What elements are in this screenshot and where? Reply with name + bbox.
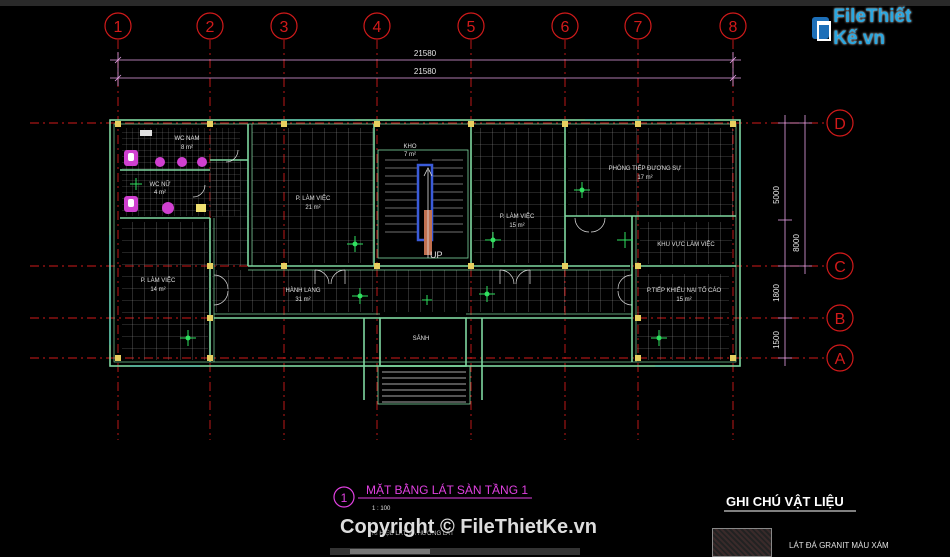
scrollbar-thumb[interactable] <box>350 549 430 554</box>
room-hanh-lang-name: HÀNH LANG <box>285 287 320 294</box>
grid-column-bubbles <box>104 12 747 40</box>
legend-granite-swatch <box>712 528 772 557</box>
legend-heading: GHI CHÚ VẬT LIỆU <box>726 494 844 509</box>
filethietke-logo: FileThiết Kế.vn <box>812 6 950 49</box>
main-stair: UP <box>377 149 469 260</box>
logo-text: FileThiết Kế.vn <box>833 6 912 49</box>
room-khu-vuc-lam-viec-name: KHU VỰC LÀM VIỆC <box>657 240 715 248</box>
copyright-watermark: Copyright © FileThietKe.vn <box>340 516 597 538</box>
room-lam-viec-1-name: P. LÀM VIỆC <box>296 194 331 202</box>
room-wc-nam-area: 8 m² <box>181 145 193 151</box>
legend-item-granite: LÁT ĐÁ GRANIT MÀU XÁM <box>789 541 889 550</box>
room-kho-name: KHO <box>403 144 416 150</box>
grid-row-D: D <box>834 116 846 133</box>
room-lam-viec-2-name: P. LÀM VIỆC <box>500 212 535 220</box>
grid-col-7: 7 <box>634 19 643 36</box>
grid-row-C: C <box>834 259 846 276</box>
floor-plan-drawing[interactable]: 1 2 3 4 5 6 7 8 D C B A 21580 21580 5000… <box>0 0 950 555</box>
grid-row-B: B <box>835 311 846 328</box>
room-hanh-lang-area: 31 m² <box>295 297 310 303</box>
room-tiep-khieu-nai-area: 15 m² <box>676 297 691 303</box>
entrance-steps <box>382 371 466 403</box>
dim-1800: 1800 <box>772 284 781 302</box>
grid-col-3: 3 <box>280 19 289 36</box>
grid-col-6: 6 <box>561 19 570 36</box>
file-icon <box>812 17 832 41</box>
room-kho-area: 7 m² <box>404 152 416 158</box>
grid-col-4: 4 <box>373 19 382 36</box>
room-wc-nam-name: WC NAM <box>175 136 200 142</box>
room-wc-nu-area: 4 m² <box>154 190 166 196</box>
grid-row-A: A <box>835 351 846 368</box>
stair-up-label: UP <box>430 250 443 260</box>
grid-col-8: 8 <box>729 19 738 36</box>
room-tiep-khieu-nai-name: P.TIẾP KHIẾU NẠI TỐ CÁO <box>647 287 722 294</box>
room-lam-viec-3-name: P. LÀM VIỆC <box>141 276 176 284</box>
room-tiep-duong-su-area: 17 m² <box>637 175 652 181</box>
grid-col-1: 1 <box>114 19 123 36</box>
horizontal-scrollbar[interactable] <box>330 548 580 555</box>
room-lam-viec-2-area: 15 m² <box>509 223 524 229</box>
drawing-scale: 1 : 100 <box>372 506 391 512</box>
drawing-title: MẶT BẰNG LÁT SÀN TẦNG 1 <box>366 482 528 497</box>
dim-5000: 5000 <box>772 186 781 204</box>
title-number: 1 <box>341 491 348 505</box>
grid-row-bubbles <box>826 109 854 372</box>
room-lam-viec-3-area: 14 m² <box>150 287 165 293</box>
dim-8000: 8000 <box>792 234 801 252</box>
dim-1500: 1500 <box>772 331 781 349</box>
room-sanh-name: SẢNH <box>413 335 430 342</box>
room-wc-nu-name: WC NỮ <box>149 181 170 188</box>
dim-overall-top: 21580 <box>414 49 437 58</box>
room-tiep-duong-su-name: PHÒNG TIẾP ĐƯƠNG SỰ <box>609 165 682 172</box>
room-lam-viec-1-area: 21 m² <box>305 205 320 211</box>
dim-overall-bottom: 21580 <box>414 67 437 76</box>
grid-col-5: 5 <box>467 19 476 36</box>
grid-col-2: 2 <box>206 19 215 36</box>
